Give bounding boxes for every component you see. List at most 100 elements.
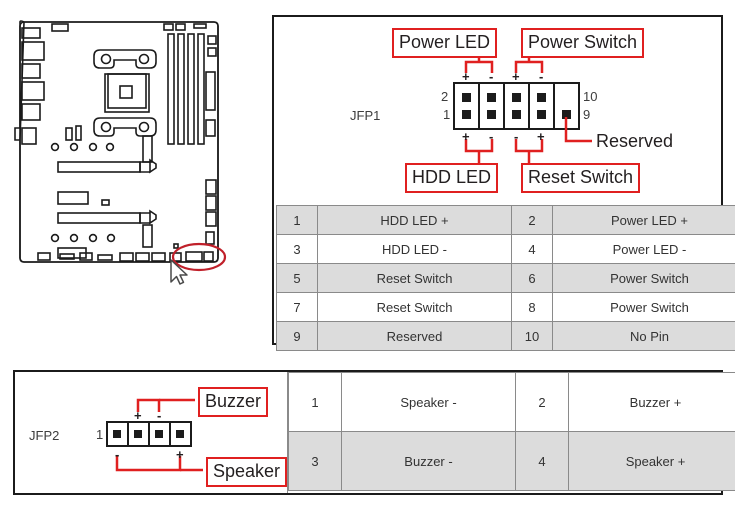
standoff-hole xyxy=(88,233,98,243)
jfp1-polarity-top-1: + xyxy=(462,69,470,84)
jfp1-bottom-leaders xyxy=(464,139,544,163)
jfp2-pin-table: 1 Speaker -2 Buzzer +3 Buzzer -4 Speaker + xyxy=(288,372,735,491)
io-port xyxy=(21,103,41,121)
pin-function-left: Reset Switch xyxy=(317,292,512,322)
right-header xyxy=(205,179,217,195)
jfp2-speaker-leader xyxy=(115,456,203,472)
pin-number-left: 9 xyxy=(276,321,318,351)
chip xyxy=(57,191,89,205)
pin-number-left: 3 xyxy=(288,431,342,491)
standoff-hole xyxy=(105,142,115,152)
io-port xyxy=(21,81,45,101)
bottom-header xyxy=(119,252,134,262)
standoff-hole xyxy=(88,142,98,152)
table-row: 9 Reserved 10 No Pin xyxy=(276,321,735,351)
pin-function-right: Speaker + xyxy=(568,431,735,491)
jfp2-polarity-bottom-2: + xyxy=(176,447,184,462)
jfp1-polarity-bottom-1: + xyxy=(462,129,470,144)
pin-number-left: 3 xyxy=(276,234,318,264)
pcie-latch xyxy=(139,209,157,225)
pin-function-left: HDD LED + xyxy=(317,205,512,235)
right-header xyxy=(205,195,217,211)
m2-heatsink xyxy=(142,135,153,163)
callout-power-switch: Power Switch xyxy=(521,28,645,58)
callout-reset-switch: Reset Switch xyxy=(521,163,641,193)
pin-function-right: Power Switch xyxy=(552,292,735,322)
pin-function-right: Power Switch xyxy=(552,263,735,293)
pin-number-right: 2 xyxy=(511,205,553,235)
chip xyxy=(65,127,73,141)
pin-number-right: 2 xyxy=(515,372,569,432)
pin-function-right: Power LED - xyxy=(552,234,735,264)
callout-power-led: Power LED xyxy=(392,28,498,58)
bracket-hole xyxy=(100,121,112,133)
top-connector xyxy=(193,23,207,29)
jfp1-header xyxy=(185,251,203,262)
top-connector xyxy=(175,23,186,31)
top-connector xyxy=(163,23,174,31)
pin-number-left: 1 xyxy=(288,372,342,432)
mouse-pointer xyxy=(170,259,188,285)
jfp2-buzzer-leader xyxy=(136,398,195,412)
jfp1-pin-table: 1 HDD LED +2 Power LED +3 HDD LED -4 Power L… xyxy=(276,205,735,351)
jfp1-polarity-bottom-2: - xyxy=(489,129,494,144)
jfp1-panel: JFP1 2 1 10 9 + - + - + - - + Power LED … xyxy=(272,15,735,351)
dimm-slot xyxy=(187,33,195,145)
right-header xyxy=(205,119,216,137)
table-row: 3 HDD LED -4 Power LED - xyxy=(276,234,735,264)
jfp1-connector-body xyxy=(453,82,580,130)
table-row: 1 Speaker -2 Buzzer + xyxy=(288,372,735,432)
jfp1-table-body: 1 HDD LED +2 Power LED +3 HDD LED -4 Power L… xyxy=(276,205,735,351)
io-port xyxy=(21,127,37,145)
jfp1-pin-number-top-right: 10 xyxy=(583,89,598,104)
io-port xyxy=(21,27,41,39)
jfp2-header xyxy=(203,251,214,262)
bracket-hole xyxy=(138,121,150,133)
pin-number-right: 10 xyxy=(511,321,553,351)
m2-heatsink xyxy=(142,224,153,248)
dimm-slot xyxy=(197,33,205,145)
jfp1-polarity-bottom-4: + xyxy=(537,129,545,144)
right-header xyxy=(207,35,217,45)
callout-reserved: Reserved xyxy=(596,131,674,151)
jfp1-polarity-top-3: + xyxy=(512,69,520,84)
right-header xyxy=(207,47,217,57)
bottom-header xyxy=(151,252,166,262)
right-header xyxy=(205,211,217,227)
jfp1-pin-number-bottom-right: 9 xyxy=(583,107,591,122)
callout-speaker: Speaker xyxy=(206,457,288,487)
standoff-hole xyxy=(106,233,116,243)
jfp1-polarity-bottom-3: - xyxy=(514,129,519,144)
pin-number-right: 4 xyxy=(515,431,569,491)
jfp2-diagram: JFP2 1 + - - + Buzzer Speaker xyxy=(15,372,288,493)
pin-function-left: Reset Switch xyxy=(317,263,512,293)
jfp2-polarity-top-2: - xyxy=(157,408,162,423)
dimm-slot xyxy=(167,33,175,145)
pcie-slot xyxy=(57,161,141,173)
cpu-bracket-top xyxy=(93,49,157,69)
cpu-socket-frame xyxy=(104,73,150,113)
table-row: 5 Reset Switch 6 Power Switch xyxy=(276,263,735,293)
pin-number-left: 1 xyxy=(276,205,318,235)
right-header xyxy=(205,231,215,245)
cpu-bracket-bottom xyxy=(93,117,157,137)
bracket-hole xyxy=(100,53,112,65)
jfp1-polarity-top-2: - xyxy=(489,69,494,84)
jfp2-panel: JFP2 1 + - - + Buzzer Speaker 1 Speaker -… xyxy=(13,370,735,495)
jfp1-polarity-top-4: - xyxy=(539,69,544,84)
jfp2-pin-table-wrap: 1 Speaker -2 Buzzer +3 Buzzer -4 Speaker + xyxy=(288,372,735,493)
pin-function-left: HDD LED - xyxy=(317,234,512,264)
right-header xyxy=(205,71,216,111)
standoff-hole xyxy=(50,142,60,152)
callout-buzzer: Buzzer xyxy=(198,387,269,417)
standoff-hole xyxy=(69,142,79,152)
standoff-hole xyxy=(69,233,79,243)
table-row: 7 Reset Switch 8 Power Switch xyxy=(276,292,735,322)
pin-function-left: Reserved xyxy=(317,321,512,351)
bottom-header xyxy=(59,253,75,260)
dimm-slot xyxy=(177,33,185,145)
table-row: 1 HDD LED +2 Power LED + xyxy=(276,205,735,235)
cpu-die xyxy=(119,85,133,99)
chip xyxy=(101,199,110,206)
pin-function-right: Buzzer + xyxy=(568,372,735,432)
